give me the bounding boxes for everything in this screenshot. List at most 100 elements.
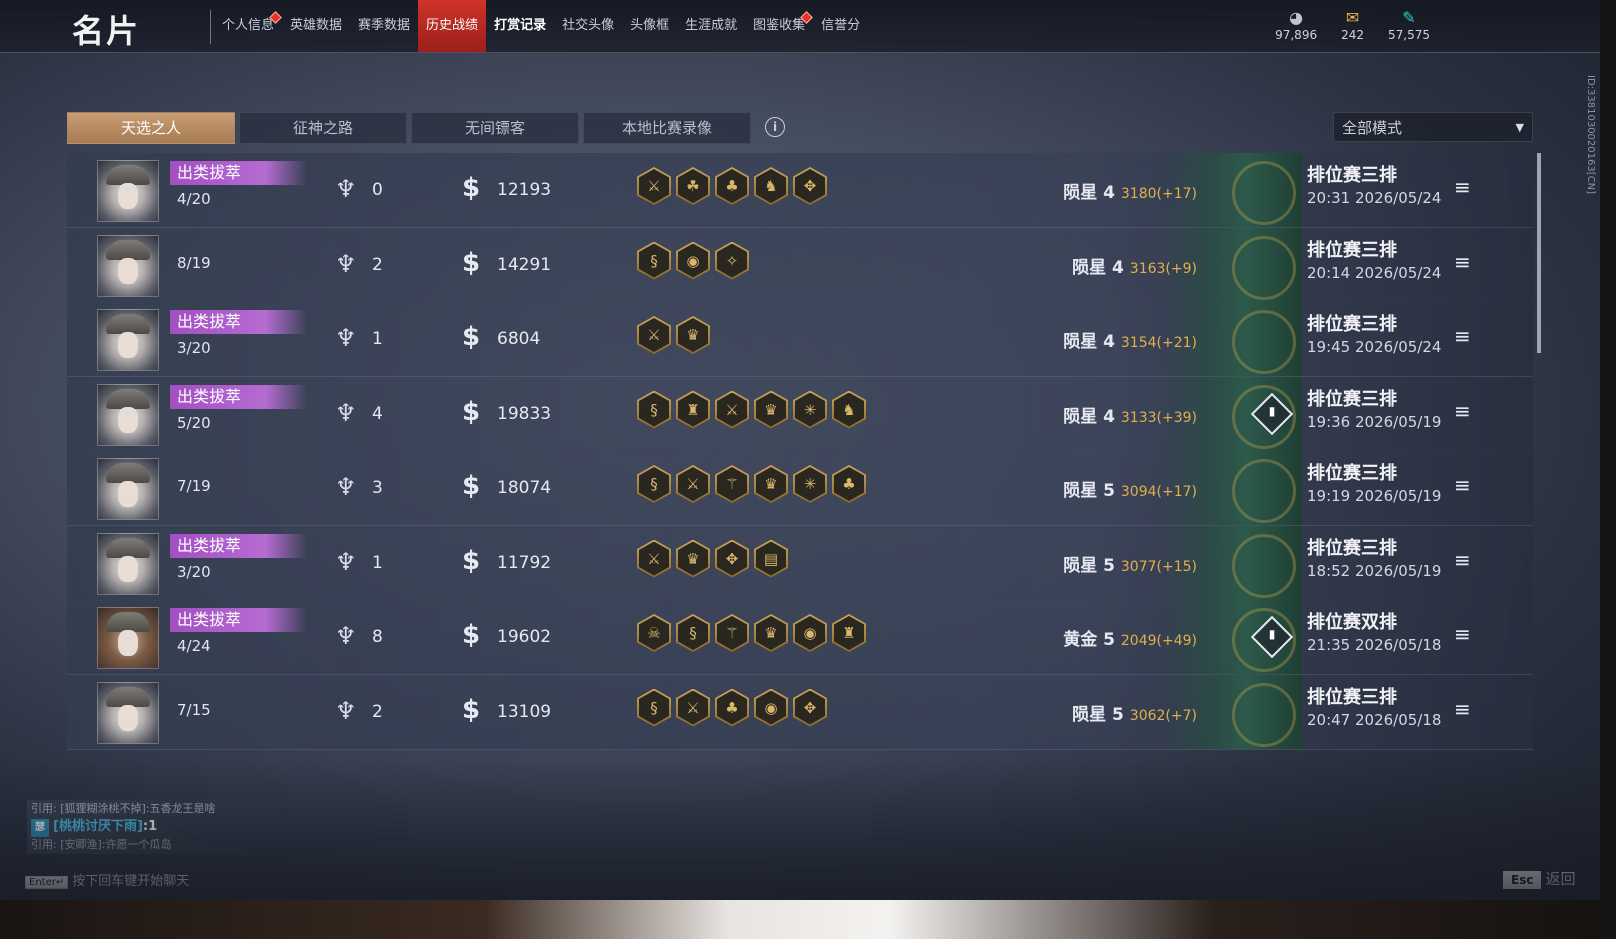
item-glyph: ☠ (639, 616, 669, 650)
item-icon[interactable]: ✳ (793, 465, 827, 503)
item-glyph: ◉ (678, 243, 708, 278)
item-icon[interactable]: ♞ (754, 167, 788, 205)
item-icon[interactable]: ♛ (676, 539, 710, 578)
item-icon[interactable]: ⚔ (676, 465, 710, 503)
item-icon[interactable]: ♛ (754, 390, 788, 429)
face-shape (118, 630, 138, 656)
item-icon[interactable]: ♜ (832, 614, 866, 652)
item-icon[interactable]: ♛ (754, 614, 788, 652)
item-icon[interactable]: ◉ (754, 688, 788, 727)
helmet-shape (106, 463, 150, 483)
item-icon[interactable]: ⚔ (637, 316, 671, 354)
item-icon[interactable]: § (637, 688, 671, 727)
item-icon[interactable]: § (637, 465, 671, 503)
item-glyph: ⚔ (639, 541, 669, 576)
item-icon[interactable]: ☘ (676, 167, 710, 205)
chat-sender[interactable]: [桃桃讨厌下雨] (53, 819, 143, 834)
tab-6[interactable]: 头像框 (622, 0, 677, 52)
tab-4[interactable]: 打赏记录 (486, 0, 554, 52)
item-icon[interactable]: ✥ (715, 539, 749, 578)
filter-tab-0[interactable]: 天选之人 (67, 112, 235, 144)
tab-1[interactable]: 英雄数据 (282, 0, 350, 52)
item-icon[interactable]: ⚔ (676, 688, 710, 727)
item-icon[interactable]: ◉ (793, 614, 827, 652)
item-icon[interactable]: ✳ (793, 390, 827, 429)
menu-icon[interactable]: ≡ (1454, 624, 1474, 644)
item-icon[interactable]: ⚔ (637, 167, 671, 205)
match-row[interactable]: 出类拔萃 4/24 ♆ 8 $19602 ☠ § ⚚ ♛ ◉ ♜ 黄金 5 2049(+49) ▮ 排位赛… (67, 600, 1533, 675)
tab-0[interactable]: 个人信息 (214, 0, 282, 52)
match-row[interactable]: 8/19 ♆ 2 $14291 § ◉ ✧ 陨星 4 3163(+9) 排位赛三排 20:14 2… (67, 227, 1533, 303)
chat-line: 引用: [狐狸糊涂桃不掉]:五香龙王是啥 (27, 800, 287, 818)
tab-2[interactable]: 赛季数据 (350, 0, 418, 52)
item-icon[interactable]: ♣ (832, 465, 866, 503)
tab-9[interactable]: 信誉分 (813, 0, 868, 52)
rank-tier: 陨星 5 (1063, 555, 1115, 576)
item-icon[interactable]: ▤ (754, 539, 788, 578)
match-row[interactable]: 出类拔萃 3/20 ♆ 1 $6804 ⚔ ♛ 陨星 4 3154(+21) 排位赛三排 19:4… (67, 302, 1533, 377)
menu-icon[interactable]: ≡ (1454, 550, 1474, 570)
item-icon[interactable]: ⚔ (637, 539, 671, 578)
item-icon[interactable]: ♣ (715, 167, 749, 205)
tab-5[interactable]: 社交头像 (554, 0, 622, 52)
match-mode: 排位赛三排 (1307, 314, 1397, 335)
filter-tab-3[interactable]: 本地比赛录像 (583, 112, 751, 144)
crown-count: 2 (372, 254, 383, 275)
rank-tier: 黄金 5 (1063, 630, 1115, 650)
item-icon[interactable]: ♞ (832, 390, 866, 429)
mode-select[interactable]: 全部模式 ▼ (1333, 112, 1533, 142)
item-icon[interactable]: ◉ (676, 241, 710, 280)
tab-7[interactable]: 生涯成就 (677, 0, 745, 52)
trident-icon: ♆ (335, 547, 357, 576)
item-icon[interactable]: § (637, 390, 671, 429)
back-button[interactable]: Esc 返回 (1503, 868, 1575, 889)
performance-badge: 出类拔萃 (170, 533, 307, 558)
menu-icon[interactable]: ≡ (1454, 475, 1474, 495)
menu-icon[interactable]: ≡ (1454, 177, 1474, 197)
currency-0[interactable]: ◕ 97,896 (1275, 8, 1317, 42)
face-shape (118, 332, 138, 358)
menu-icon[interactable]: ≡ (1454, 699, 1474, 719)
menu-icon[interactable]: ≡ (1454, 252, 1474, 272)
tab-8[interactable]: 图鉴收集 (745, 0, 814, 52)
match-row[interactable]: 出类拔萃 5/20 ♆ 4 $19833 § ♜ ⚔ ♛ ✳ ♞ 陨星 4 3133(+39) ▮ 排位赛… (67, 376, 1533, 452)
currency-1[interactable]: ✉ 242 (1341, 8, 1364, 42)
currency-2[interactable]: ✎ 57,575 (1388, 8, 1430, 42)
match-row[interactable]: 7/15 ♆ 2 $13109 § ⚔ ♣ ◉ ✥ 陨星 5 3062(+7) 排位赛三排 20:47… (67, 674, 1533, 750)
item-icon[interactable]: ⚚ (715, 465, 749, 503)
menu-icon[interactable]: ≡ (1454, 326, 1474, 346)
item-icon[interactable]: ♛ (754, 465, 788, 503)
match-time: 18:52 2026/05/19 (1307, 561, 1442, 580)
match-row[interactable]: 出类拔萃 3/20 ♆ 1 $11792 ⚔ ♛ ✥ ▤ 陨星 5 3077(+15) 排位赛三排 1… (67, 525, 1533, 601)
tab-label: 打赏记录 (494, 18, 547, 33)
item-icon[interactable]: ⚔ (715, 390, 749, 429)
item-icon[interactable]: ✥ (793, 688, 827, 727)
item-icon[interactable]: ♛ (676, 316, 710, 354)
tab-3[interactable]: 历史战绩 (418, 0, 487, 52)
rank-score: 3062(+7) (1129, 707, 1197, 724)
filter-tab-1[interactable]: 征神之路 (239, 112, 407, 144)
currency-value: 57,575 (1388, 28, 1430, 42)
item-icon[interactable]: ⚚ (715, 614, 749, 652)
item-icon[interactable]: ✧ (715, 241, 749, 280)
item-icon[interactable]: ♜ (676, 390, 710, 429)
match-row[interactable]: 7/19 ♆ 3 $18074 § ⚔ ⚚ ♛ ✳ ♣ 陨星 5 3094(+17) 排位赛三排 19:… (67, 451, 1533, 526)
currency-icon: $ (462, 396, 481, 427)
info-icon[interactable]: i (765, 117, 785, 137)
item-icon[interactable]: § (637, 241, 671, 280)
chat-hint[interactable]: Enter↵ 按下回车键开始聊天 (25, 870, 189, 889)
kda-value: 7/19 (177, 477, 211, 495)
filter-tab-2[interactable]: 无间镖客 (411, 112, 579, 144)
menu-icon[interactable]: ≡ (1454, 401, 1474, 421)
item-icon[interactable]: ✥ (793, 167, 827, 205)
enter-key-icon: Enter↵ (25, 876, 69, 889)
crown-count: 1 (372, 552, 383, 573)
face-shape (118, 406, 138, 433)
match-row[interactable]: 出类拔萃 4/20 ♆ 0 $12193 ⚔ ☘ ♣ ♞ ✥ 陨星 4 3180(+17) 排位赛三排… (67, 153, 1533, 228)
currency-icon: $ (462, 545, 481, 576)
item-icon[interactable]: § (676, 614, 710, 652)
item-icon[interactable]: ☠ (637, 614, 671, 652)
item-icon[interactable]: ♣ (715, 688, 749, 727)
performance-badge: 出类拔萃 (170, 161, 307, 185)
list-scrollbar[interactable] (1537, 153, 1541, 353)
